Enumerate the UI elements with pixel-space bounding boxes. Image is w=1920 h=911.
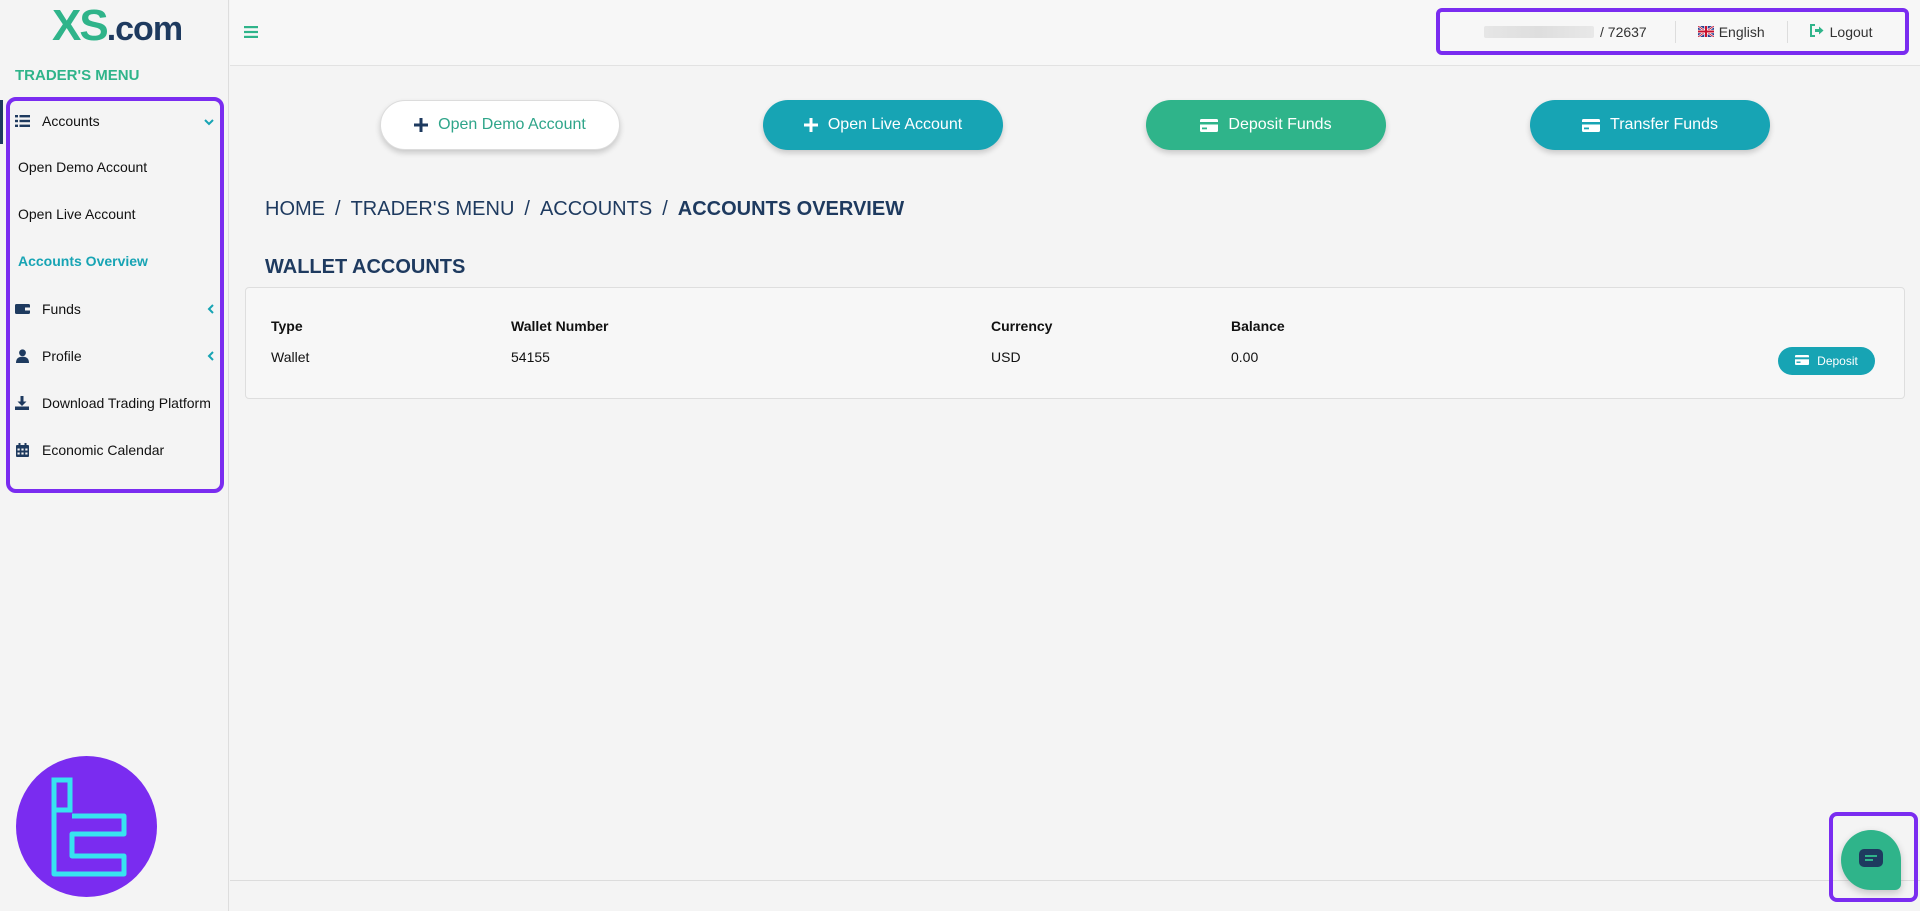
sidebar-item-label: Profile	[42, 348, 82, 364]
open-demo-account-button[interactable]: Open Demo Account	[380, 100, 620, 150]
button-label: Open Live Account	[827, 116, 963, 133]
menu-highlight-frame	[6, 97, 224, 493]
cell-wallet-number: 54155	[511, 349, 550, 365]
user-icon	[14, 348, 30, 364]
credit-card-icon	[1795, 354, 1810, 368]
breadcrumb-separator: /	[335, 198, 341, 220]
deposit-label: Deposit	[1817, 354, 1858, 368]
plus-icon	[803, 118, 818, 132]
open-live-account-button[interactable]: Open Live Account	[763, 100, 1003, 150]
chevron-left-icon	[207, 349, 214, 364]
language-label: English	[1718, 23, 1765, 40]
divider	[1674, 20, 1676, 43]
cell-balance: 0.00	[1231, 349, 1259, 365]
section-title: WALLET ACCOUNTS	[265, 256, 466, 278]
sidebar-item-funds[interactable]: Funds	[14, 297, 214, 321]
sidebar-item-label: Funds	[42, 301, 81, 317]
column-header-balance: Balance	[1231, 318, 1285, 334]
sidebar: XS.com TRADER'S MENU Accounts Open Demo …	[0, 0, 229, 911]
sidebar-item-label: Accounts	[42, 113, 100, 129]
breadcrumb-separator: /	[524, 198, 530, 220]
chat-button[interactable]	[1841, 830, 1901, 890]
active-indicator	[0, 100, 3, 144]
credit-card-icon	[1200, 118, 1219, 132]
sidebar-item-accounts-overview[interactable]: Accounts Overview	[18, 253, 148, 269]
button-label: Transfer Funds	[1610, 116, 1718, 133]
chevron-down-icon	[204, 114, 214, 129]
wallet-icon	[14, 301, 30, 317]
cell-type: Wallet	[271, 349, 310, 365]
breadcrumb: HOME / TRADER'S MENU / ACCOUNTS / ACCOUN…	[265, 198, 904, 221]
sidebar-item-open-demo[interactable]: Open Demo Account	[18, 159, 147, 175]
sidebar-item-calendar[interactable]: Economic Calendar	[14, 438, 214, 462]
chat-icon	[1859, 848, 1883, 872]
button-label: Deposit Funds	[1228, 116, 1332, 133]
uk-flag-icon	[1697, 24, 1715, 40]
credit-card-icon	[1582, 118, 1601, 132]
breadcrumb-traders-menu[interactable]: TRADER'S MENU	[351, 198, 515, 221]
list-icon	[14, 113, 30, 129]
sign-out-icon	[1809, 23, 1824, 40]
account-number: / 72637	[1600, 23, 1647, 40]
sidebar-item-label: Economic Calendar	[42, 442, 165, 458]
sidebar-item-profile[interactable]: Profile	[14, 344, 214, 368]
breadcrumb-accounts[interactable]: ACCOUNTS	[540, 198, 652, 221]
calendar-icon	[14, 442, 30, 458]
user-account-bar: / 72637 English Logout	[1436, 8, 1909, 55]
logout-button[interactable]: Logout	[1809, 23, 1873, 40]
hamburger-menu-icon[interactable]	[244, 22, 258, 42]
sidebar-item-open-live[interactable]: Open Live Account	[18, 206, 136, 222]
wallet-deposit-button[interactable]: Deposit	[1778, 347, 1875, 375]
sidebar-item-download[interactable]: Download Trading Platform	[14, 391, 219, 415]
xs-logo[interactable]: XS.com	[52, 4, 183, 48]
column-header-currency: Currency	[991, 318, 1053, 334]
plus-icon	[414, 118, 429, 132]
logout-label: Logout	[1829, 23, 1873, 40]
breadcrumb-home[interactable]: HOME	[265, 198, 325, 221]
button-label: Open Demo Account	[438, 116, 586, 133]
divider	[1786, 20, 1788, 43]
column-header-type: Type	[271, 318, 303, 334]
language-selector[interactable]: English	[1697, 23, 1765, 40]
watermark-logo	[16, 756, 157, 897]
download-icon	[14, 395, 30, 411]
chevron-left-icon	[207, 302, 214, 317]
footer-divider	[230, 880, 1920, 881]
traders-menu-title: TRADER'S MENU	[15, 67, 140, 84]
deposit-funds-button[interactable]: Deposit Funds	[1146, 100, 1386, 150]
top-bar: / 72637 English Logout	[230, 0, 1920, 66]
cell-currency: USD	[991, 349, 1021, 365]
transfer-funds-button[interactable]: Transfer Funds	[1530, 100, 1770, 150]
sidebar-item-label: Download Trading Platform	[42, 395, 211, 411]
wallet-accounts-table: Type Wallet Number Currency Balance Wall…	[245, 287, 1905, 399]
breadcrumb-current: ACCOUNTS OVERVIEW	[677, 198, 905, 220]
breadcrumb-separator: /	[662, 198, 668, 220]
column-header-wallet-number: Wallet Number	[511, 318, 609, 334]
redacted-username	[1484, 25, 1594, 38]
sidebar-item-accounts[interactable]: Accounts	[14, 109, 214, 133]
